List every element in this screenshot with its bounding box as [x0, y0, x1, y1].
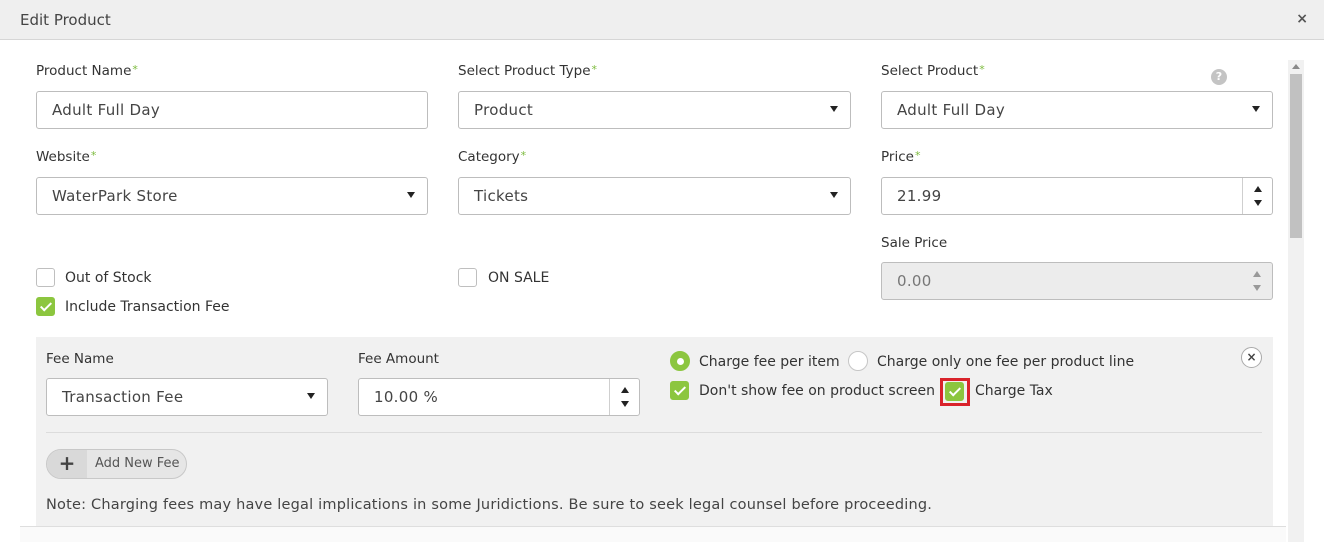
charge-tax-label: Charge Tax: [975, 383, 1053, 399]
remove-fee-icon[interactable]: ×: [1241, 347, 1262, 368]
required-mark: *: [914, 149, 921, 162]
out-of-stock-label: Out of Stock: [65, 270, 152, 286]
on-sale-label: ON SALE: [488, 270, 550, 286]
website-select[interactable]: WaterPark Store: [36, 177, 428, 215]
select-product-select[interactable]: Adult Full Day: [881, 91, 1273, 129]
sale-price-label: Sale Price: [881, 235, 948, 251]
fee-amount-input[interactable]: 10.00 %: [358, 378, 640, 416]
on-sale-checkbox[interactable]: [458, 268, 477, 287]
chevron-down-icon: [830, 106, 838, 112]
dont-show-fee-checkbox[interactable]: [670, 381, 689, 400]
price-stepper[interactable]: [1242, 178, 1272, 214]
price-input[interactable]: 21.99: [881, 177, 1273, 215]
product-type-label: Select Product Type*: [458, 63, 597, 79]
plus-icon: +: [47, 450, 87, 478]
required-mark: *: [90, 149, 97, 162]
charge-per-item-label: Charge fee per item: [699, 354, 840, 370]
charge-per-line-radio[interactable]: [848, 351, 868, 371]
stepper-up-icon[interactable]: [1254, 186, 1262, 192]
dont-show-fee-label: Don't show fee on product screen: [699, 383, 935, 399]
required-mark: *: [979, 63, 985, 76]
price-label: Price*: [881, 149, 921, 165]
out-of-stock-checkbox[interactable]: [36, 268, 55, 287]
scrollbar[interactable]: [1288, 60, 1304, 542]
stepper-down-icon[interactable]: [621, 401, 629, 407]
help-icon[interactable]: ?: [1211, 69, 1227, 85]
sale-price-stepper: [1242, 263, 1272, 299]
charge-per-line-label: Charge only one fee per product line: [877, 354, 1135, 370]
scrollbar-thumb[interactable]: [1290, 74, 1302, 238]
divider: [46, 432, 1262, 433]
chevron-down-icon: [307, 393, 315, 399]
dialog-footer: [20, 526, 1286, 542]
stepper-up-icon: [1253, 271, 1261, 277]
chevron-down-icon: [1252, 106, 1260, 112]
stepper-up-icon[interactable]: [621, 387, 629, 393]
fee-amount-label: Fee Amount: [358, 351, 439, 367]
sale-price-input: 0.00: [881, 262, 1273, 300]
dialog-title: Edit Product: [20, 11, 111, 29]
product-name-input[interactable]: Adult Full Day: [36, 91, 428, 129]
scroll-up-icon[interactable]: [1292, 64, 1300, 69]
legal-note: Note: Charging fees may have legal impli…: [46, 497, 933, 513]
required-mark: *: [520, 149, 527, 162]
product-name-label: Product Name*: [36, 63, 138, 79]
category-label: Category*: [458, 149, 527, 165]
add-new-fee-button[interactable]: + Add New Fee: [46, 449, 187, 479]
charge-tax-checkbox[interactable]: [945, 382, 964, 401]
stepper-down-icon: [1253, 285, 1261, 291]
fee-name-select[interactable]: Transaction Fee: [46, 378, 328, 416]
category-select[interactable]: Tickets: [458, 177, 851, 215]
required-mark: *: [591, 63, 598, 76]
include-fee-checkbox[interactable]: [36, 297, 55, 316]
select-product-label: Select Product*: [881, 63, 985, 79]
charge-per-item-radio[interactable]: [670, 351, 690, 371]
include-fee-label: Include Transaction Fee: [65, 299, 230, 315]
website-label: Website*: [36, 149, 97, 165]
product-type-select[interactable]: Product: [458, 91, 851, 129]
chevron-down-icon: [830, 192, 838, 198]
stepper-down-icon[interactable]: [1254, 200, 1262, 206]
chevron-down-icon: [407, 192, 415, 198]
required-mark: *: [132, 63, 138, 76]
fee-amount-stepper[interactable]: [609, 379, 639, 415]
dialog-header: Edit Product ×: [0, 0, 1324, 40]
close-icon[interactable]: ×: [1296, 11, 1308, 27]
fee-name-label: Fee Name: [46, 351, 114, 367]
add-new-fee-label: Add New Fee: [95, 456, 180, 471]
